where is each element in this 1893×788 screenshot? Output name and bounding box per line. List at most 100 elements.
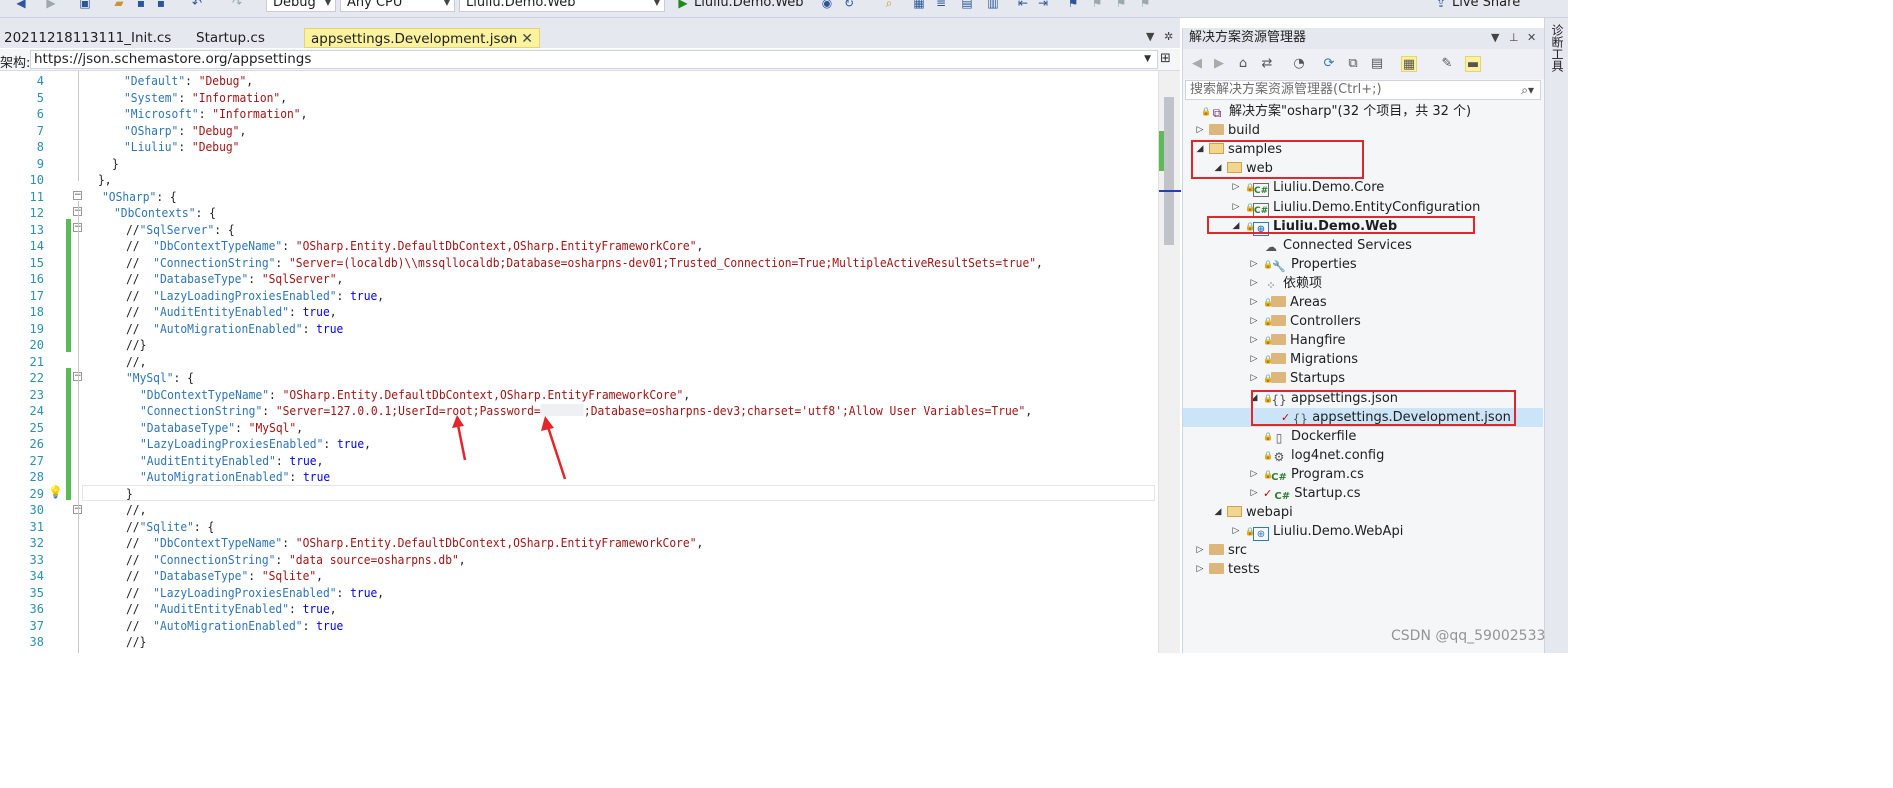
lightbulb-icon[interactable]: 💡 [48,485,63,499]
live-share-icon[interactable]: ⇪ [1434,0,1448,10]
tree-item[interactable]: 🔒 ▯ Dockerfile [1183,427,1543,446]
live-share-button[interactable]: Live Share [1452,0,1520,11]
attach-icon[interactable]: ◉ [820,0,834,10]
expand-arrow-icon[interactable]: ▷ [1249,293,1259,312]
expand-arrow-icon[interactable]: ▷ [1195,121,1205,140]
expand-arrow-icon[interactable]: ▷ [1249,465,1259,484]
bookmark-prev-icon[interactable]: ⚑ [1090,0,1104,10]
pin-icon[interactable]: ⊣ [503,29,513,49]
outdent-icon[interactable]: ⇤ [1016,0,1030,10]
search-icon[interactable]: ⌕▾ [1521,81,1534,99]
refresh-icon[interactable]: ↻ [842,0,856,10]
comment-icon[interactable]: ▤ [960,0,974,10]
line-number: 7 [36,123,44,138]
tab-startup[interactable]: Startup.cs [192,28,302,48]
find-icon[interactable]: ⌕ [882,0,896,10]
back-icon[interactable]: ◀ [14,0,28,10]
diagnostics-tool-strip[interactable]: 诊断工具 [1544,18,1568,653]
schema-url-field[interactable]: https://json.schemastore.org/appsettings… [30,50,1158,69]
close-icon[interactable]: ✕ [521,29,533,49]
uncomment-icon[interactable]: ▥ [986,0,1000,10]
format-icon[interactable]: ≡ [934,0,948,10]
fold-toggle[interactable]: − [73,191,82,200]
properties-wrench-icon[interactable]: ✎ [1439,56,1455,72]
tree-item[interactable]: ▷ 🔒 Areas [1183,293,1543,312]
tree-item[interactable]: ◢ webapi [1183,503,1543,522]
forward-icon[interactable]: ▶ [1211,56,1227,72]
tree-item[interactable]: ▷ tests [1183,560,1543,579]
forward-icon[interactable]: ▶ [44,0,58,10]
show-all-files-icon[interactable]: ▤ [1369,56,1385,72]
code-editor[interactable]: 4 5 6 7 8 9 10 11 12 13 14 15 16 17 18 19 20 21 22 23 24 25 26… [0,71,1158,653]
tree-item[interactable]: ▷ build [1183,121,1543,140]
tree-item[interactable]: 🔒 ⧉ 解决方案"osharp"(32 个项目，共 32 个) [1183,102,1543,121]
indent-icon[interactable]: ⇥ [1036,0,1050,10]
back-icon[interactable]: ◀ [1189,56,1205,72]
pending-icon[interactable]: ▬ [1465,56,1481,72]
tree-item[interactable]: ▷ 🔒 Hangfire [1183,331,1543,350]
platform-select[interactable]: Any CPU ▼ [340,0,455,12]
expand-arrow-icon[interactable]: ▷ [1249,274,1259,293]
editor-scrollbar[interactable] [1158,71,1181,653]
expand-arrow-icon[interactable]: ▷ [1249,255,1259,274]
startup-project-select[interactable]: Liuliu.Demo.Web ▼ [459,0,665,12]
close-icon[interactable]: ✕ [1527,28,1536,48]
chevron-down-icon[interactable]: ▼ [1144,51,1151,68]
connected-services-icon: ☁ [1265,239,1277,254]
open-folder-icon[interactable]: ▰ [112,0,126,10]
expand-arrow-icon[interactable]: ▷ [1231,522,1241,541]
pin-icon[interactable]: ⊥ [1509,28,1519,48]
expand-arrow-icon[interactable]: ▷ [1231,198,1241,217]
expand-arrow-icon[interactable]: ▷ [1249,369,1259,388]
tree-item[interactable]: ▷ 🔒 Startups [1183,369,1543,388]
tree-item[interactable]: ▷ ✓ C# Startup.cs [1183,484,1543,503]
scrollbar-thumb[interactable] [1164,97,1174,245]
run-icon[interactable]: ▶ [676,0,690,10]
expand-arrow-icon[interactable]: ▷ [1231,178,1241,197]
tree-item-content: 🔒 Hangfire [1263,331,1345,350]
collapse-arrow-icon[interactable]: ◢ [1213,503,1223,522]
tree-item[interactable]: ▷ 🔒C# Liuliu.Demo.Core [1183,178,1543,198]
tree-item[interactable]: ▷ ⁘ 依赖项 [1183,274,1543,293]
collapse-all-icon[interactable]: ⧉ [1345,56,1361,72]
bookmark-clear-icon[interactable]: ⚑ [1138,0,1152,10]
tree-item[interactable]: ☁ Connected Services [1183,236,1543,255]
tab-appsettings-development[interactable]: appsettings.Development.json ⊣ ✕ [304,28,540,48]
save-all-icon[interactable]: ▪ [154,0,168,10]
tree-item[interactable]: ▷ src [1183,541,1543,560]
expand-arrow-icon[interactable]: ▷ [1195,560,1205,579]
solution-search-input[interactable]: 搜索解决方案资源管理器(Ctrl+;) ⌕▾ [1185,80,1541,100]
layout-icon[interactable]: ▦ [912,0,926,10]
switch-views-icon[interactable]: ⇄ [1259,56,1275,72]
tree-item[interactable]: ▷ 🔒 Migrations [1183,350,1543,369]
expand-arrow-icon[interactable]: ▷ [1249,350,1259,369]
home-icon[interactable]: ⌂ [1235,56,1251,72]
sync-icon[interactable]: ⟳ [1321,56,1337,72]
panel-menu-icon[interactable]: ▼ [1491,28,1499,48]
expand-arrow-icon[interactable]: ▷ [1249,312,1259,331]
settings-gear-icon[interactable]: ✲ [1164,30,1173,43]
tree-item[interactable]: ▷ 🔒 Controllers [1183,312,1543,331]
tree-item[interactable]: ▷ 🔒🔧 Properties [1183,255,1543,274]
pending-changes-icon[interactable]: ◔ [1291,56,1307,72]
redo-icon[interactable]: ↷ [230,0,244,10]
tab-init-migration[interactable]: 20211218113111_Init.cs [0,28,190,48]
tab-overflow-icon[interactable]: ▼ [1146,30,1154,43]
run-button[interactable]: Liuliu.Demo.Web [694,0,804,11]
wrench-icon: 🔧 [1272,259,1286,273]
tree-item[interactable]: ▷ 🔒 ⊕ Liuliu.Demo.WebApi [1183,522,1543,542]
expand-arrow-icon[interactable]: ▷ [1195,541,1205,560]
new-file-icon[interactable]: ▣ [78,0,92,10]
tree-item[interactable]: ▷ 🔒C# Program.cs [1183,465,1543,484]
preview-icon[interactable]: ▦ [1401,56,1417,72]
undo-icon[interactable]: ↶ [190,0,204,10]
expand-arrow-icon[interactable]: ▷ [1249,331,1259,350]
split-editor-icon[interactable]: ⊞ [1160,51,1171,66]
bookmark-icon[interactable]: ⚑ [1066,0,1080,10]
configuration-select[interactable]: Debug ▼ [266,0,336,12]
save-icon[interactable]: ▪ [134,0,148,10]
expand-arrow-icon[interactable]: ▷ [1249,484,1259,503]
tree-item[interactable]: ▷ 🔒C# Liuliu.Demo.EntityConfiguration [1183,198,1543,217]
tree-item[interactable]: 🔒⚙ log4net.config [1183,446,1543,465]
bookmark-next-icon[interactable]: ⚑ [1114,0,1128,10]
